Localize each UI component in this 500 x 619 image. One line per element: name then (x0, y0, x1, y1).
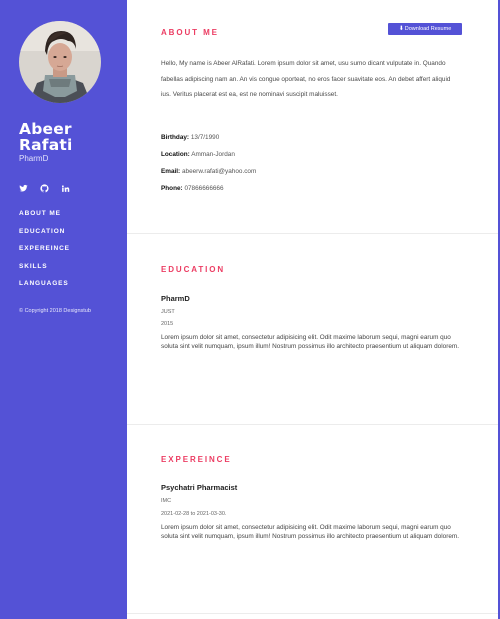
about-bio: Hello, My name is Abeer AlRafati. Lorem … (161, 60, 451, 99)
experience-job-title: Psychatri Pharmacist (161, 483, 238, 492)
experience-company: IMC (161, 498, 172, 504)
location-value: Amman-Jordan (191, 151, 235, 158)
education-title: EDUCATION (161, 265, 226, 274)
education-school: JUST (161, 309, 175, 315)
education-description: Lorem ipsum dolor sit amet, consectetur … (161, 334, 459, 351)
section-divider (127, 613, 498, 614)
experience-section: EXPEREINCE Psychatri Pharmacist IMC 2021… (127, 425, 498, 613)
first-name: Abeer (19, 120, 72, 138)
nav-item-about-me[interactable]: ABOUT ME (19, 209, 70, 227)
profile-name: Abeer Rafati (19, 121, 73, 153)
phone-value: 07866666666 (184, 185, 224, 192)
birthday-value: 13/7/1990 (190, 134, 220, 141)
birthday-label: Birthday: (161, 134, 190, 141)
nav-item-education[interactable]: EDUCATION (19, 227, 70, 245)
experience-dates: 2021-02-28 to 2021-03-30. (161, 511, 227, 517)
copyright-text: © Copyright 2018 Designstub (19, 308, 91, 314)
nav-item-languages[interactable]: LANGUAGES (19, 279, 70, 297)
linkedin-icon[interactable] (61, 180, 70, 192)
profile-role: PharmD (19, 154, 49, 163)
download-resume-label: Download Resume (404, 26, 452, 32)
education-year: 2015 (161, 321, 174, 327)
birthday-line: Birthday: 13/7/1990 (161, 134, 219, 141)
sidebar: Abeer Rafati PharmD ABOUT ME EDUCATION E… (0, 0, 127, 619)
profile-photo (19, 21, 101, 103)
education-section: EDUCATION PharmD JUST 2015 Lorem ipsum d… (127, 234, 498, 424)
experience-title: EXPEREINCE (161, 455, 232, 464)
about-section: ABOUT ME ⬇Download Resume Hello, My name… (127, 0, 498, 233)
email-value[interactable]: abeerw.rafati@yahoo.com (182, 168, 256, 175)
about-title: ABOUT ME (161, 28, 219, 37)
nav-item-experience[interactable]: EXPEREINCE (19, 244, 70, 262)
social-links (19, 180, 70, 193)
sidebar-nav: ABOUT ME EDUCATION EXPEREINCE SKILLS LAN… (19, 209, 70, 297)
phone-label: Phone: (161, 185, 183, 192)
phone-line: Phone: 07866666666 (161, 185, 224, 192)
avatar (19, 21, 101, 103)
education-degree: PharmD (161, 294, 190, 303)
email-line: Email: abeerw.rafati@yahoo.com (161, 168, 256, 175)
location-label: Location: (161, 151, 190, 158)
download-icon: ⬇ (398, 26, 404, 32)
location-line: Location: Amman-Jordan (161, 151, 235, 158)
download-resume-button[interactable]: ⬇Download Resume (388, 23, 462, 35)
email-label: Email: (161, 168, 181, 175)
github-icon[interactable] (40, 180, 49, 193)
nav-item-skills[interactable]: SKILLS (19, 262, 70, 280)
twitter-icon[interactable] (19, 180, 28, 192)
experience-description: Lorem ipsum dolor sit amet, consectetur … (161, 524, 459, 541)
last-name: Rafati (19, 136, 73, 154)
